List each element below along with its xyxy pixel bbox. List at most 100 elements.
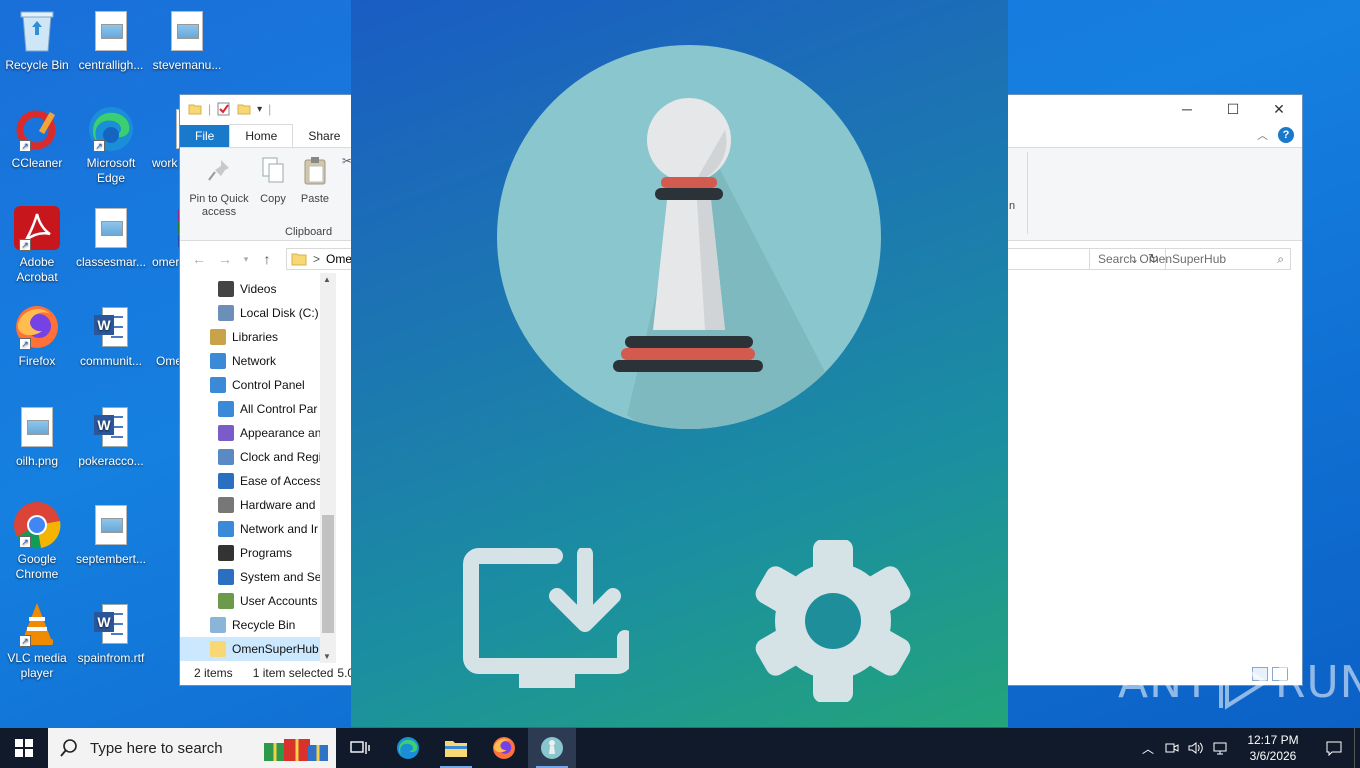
nav-item[interactable]: Programs [180, 541, 336, 565]
nav-item-label: Local Disk (C:) [240, 306, 319, 320]
windows-logo-icon [15, 739, 33, 757]
nav-item-label: Hardware and [240, 498, 316, 512]
nav-item[interactable]: Network [180, 349, 336, 373]
network-icon[interactable] [1208, 728, 1232, 768]
scroll-down-icon[interactable]: ▼ [323, 652, 331, 661]
appearance-icon [218, 425, 234, 441]
nav-item[interactable]: Hardware and [180, 493, 336, 517]
nav-item-label: User Accounts [240, 594, 318, 608]
search-input[interactable]: Search OmenSuperHub ⌕ [1089, 248, 1291, 270]
maximize-button[interactable]: ☐ [1210, 95, 1256, 123]
nav-item[interactable]: Libraries [180, 325, 336, 349]
show-hidden-icons-button[interactable]: ︿ [1136, 728, 1160, 768]
nav-item[interactable]: Network and Ir [180, 517, 336, 541]
nav-item[interactable]: OmenSuperHub [180, 637, 320, 661]
customize-quick-access-icon[interactable]: ▾ [257, 104, 262, 115]
status-selected: 1 item selected [252, 666, 334, 680]
control-panel-icon [218, 401, 234, 417]
clock[interactable]: 12:17 PM 3/6/2026 [1232, 732, 1314, 764]
shortcut-arrow-icon: ↗ [19, 140, 31, 152]
properties-icon[interactable] [217, 102, 231, 116]
desktop-icon-firefox[interactable]: ↗ Firefox [0, 304, 74, 369]
desktop-icon-microsoft-edge[interactable]: ↗ Microsoft Edge [74, 106, 148, 186]
volume-icon[interactable] [1184, 728, 1208, 768]
desktop-icon-ccleaner[interactable]: ↗ CCleaner [0, 106, 74, 171]
settings-button[interactable] [753, 539, 913, 703]
tab-share[interactable]: Share [293, 125, 355, 147]
install-button[interactable] [463, 546, 633, 694]
forward-icon[interactable]: → [212, 251, 238, 267]
desktop-icon-adobe-acrobat[interactable]: ↗ Adobe Acrobat [0, 205, 74, 285]
nav-item[interactable]: User Accounts [180, 589, 336, 613]
nav-item[interactable]: Clock and Regi [180, 445, 336, 469]
nav-item[interactable]: Ease of Access [180, 469, 336, 493]
meet-now-icon[interactable] [1160, 728, 1184, 768]
image-file-icon [13, 404, 61, 450]
image-file-icon [87, 502, 135, 548]
taskbar-edge[interactable] [384, 728, 432, 768]
nav-item[interactable]: Local Disk (C:) [180, 301, 336, 325]
image-file-icon [87, 205, 135, 251]
recent-locations-icon[interactable]: ▾ [238, 254, 254, 265]
tab-file[interactable]: File [180, 125, 230, 147]
start-button[interactable] [0, 728, 48, 768]
nav-item-label: Programs [240, 546, 293, 560]
nav-item-label: Control Panel [232, 378, 305, 392]
clock-date: 3/6/2026 [1249, 749, 1297, 763]
back-icon[interactable]: ← [186, 251, 212, 267]
task-view-button[interactable] [336, 728, 384, 768]
help-icon[interactable]: ? [1278, 127, 1294, 143]
taskbar-file-explorer[interactable] [432, 728, 480, 768]
nav-item[interactable]: System and Se [180, 565, 336, 589]
collapse-ribbon-icon[interactable]: ︿ [1257, 127, 1268, 143]
nav-item-label: Network and Ir [240, 522, 319, 536]
copy-icon [262, 157, 284, 183]
show-desktop-button[interactable] [1354, 728, 1360, 768]
nav-scrollbar[interactable]: ▲ ▼ [320, 273, 336, 663]
paste-button[interactable]: Paste [300, 156, 330, 206]
word-doc-icon: W [87, 601, 135, 647]
nav-item[interactable]: Videos [180, 277, 336, 301]
scrollbar-thumb[interactable] [322, 515, 334, 633]
image-file-icon [163, 8, 211, 54]
desktop-icon-centrallight[interactable]: centralligh... [74, 8, 148, 73]
splash-window [351, 0, 1008, 727]
folder-icon [210, 641, 226, 657]
taskbar-search-box[interactable]: Type here to search [48, 728, 336, 768]
word-doc-icon: W [87, 404, 135, 450]
desktop-icon-recycle-bin[interactable]: Recycle Bin [0, 8, 74, 73]
taskbar-omensuperhub[interactable] [528, 728, 576, 768]
control-panel-icon [210, 377, 226, 393]
up-icon[interactable]: ↑ [254, 251, 280, 267]
desktop-icon-vlc[interactable]: ↗ VLC media player [0, 601, 74, 681]
pin-icon [208, 160, 229, 181]
close-button[interactable]: ✕ [1256, 95, 1302, 123]
shortcut-arrow-icon: ↗ [19, 239, 31, 251]
desktop-icon-classesmar[interactable]: classesmar... [74, 205, 148, 270]
desktop-icon-stevemanu[interactable]: stevemanu... [150, 8, 224, 73]
minimize-button[interactable]: ─ [1164, 95, 1210, 123]
nav-item[interactable]: Appearance an [180, 421, 336, 445]
nav-item[interactable]: All Control Par [180, 397, 336, 421]
acrobat-icon: ↗ [13, 205, 61, 251]
notifications-button[interactable] [1314, 728, 1354, 768]
shortcut-arrow-icon: ↗ [19, 338, 31, 350]
desktop-icon-communit[interactable]: W communit... [74, 304, 148, 369]
tab-home[interactable]: Home [229, 124, 294, 147]
libraries-icon [210, 329, 226, 345]
taskbar-firefox[interactable] [480, 728, 528, 768]
desktop-icon-septembert[interactable]: septembert... [74, 502, 148, 567]
pin-quick-access-button[interactable]: Pin to Quick access [186, 156, 252, 219]
nav-item[interactable]: Recycle Bin [180, 613, 336, 637]
scroll-up-icon[interactable]: ▲ [323, 275, 331, 284]
desktop-icon-oilh[interactable]: oilh.png [0, 404, 74, 469]
desktop-icon-spainfrom[interactable]: W spainfrom.rtf [74, 601, 148, 666]
copy-button[interactable]: Copy [258, 156, 288, 206]
gifts-icon [264, 739, 328, 761]
desktop-icon-google-chrome[interactable]: ↗ Google Chrome [0, 502, 74, 582]
desktop-icon-pokeracco[interactable]: W pokeracco... [74, 404, 148, 469]
new-folder-icon[interactable] [237, 102, 251, 116]
ccleaner-icon: ↗ [13, 106, 61, 152]
file-explorer-icon [445, 741, 467, 757]
nav-item[interactable]: Control Panel [180, 373, 336, 397]
